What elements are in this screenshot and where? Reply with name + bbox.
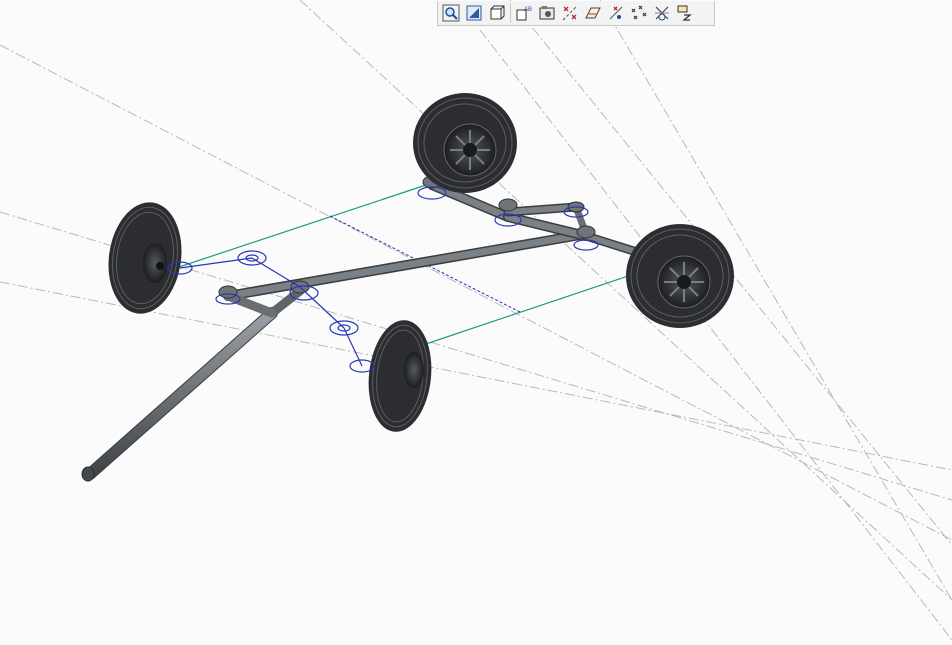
saved-views-button[interactable]: [536, 2, 558, 24]
toolbar-separator: [510, 3, 511, 23]
front-right-wheel[interactable]: [626, 224, 734, 328]
zoom-area-icon: [466, 5, 482, 21]
view-orientation-button[interactable]: [486, 2, 508, 24]
rear-left-wheel[interactable]: [102, 198, 189, 319]
spin-center-display-button[interactable]: [651, 2, 673, 24]
coordinate-system-display-icon: [631, 5, 647, 20]
spin-center-display-icon: [655, 6, 669, 21]
datum-plane-display-icon: [585, 7, 601, 19]
zoom-to-fit-icon: [442, 4, 460, 22]
graphics-toolbar: AB: [437, 1, 715, 26]
datum-axis-display-icon: [562, 5, 578, 21]
datum-plane-display-button[interactable]: [582, 2, 604, 24]
annotation-glyph: AB: [524, 7, 532, 13]
datum-axis-display-button[interactable]: [559, 2, 581, 24]
graphics-viewport[interactable]: [0, 0, 952, 641]
coordinate-system-display-button[interactable]: [628, 2, 650, 24]
zoom-area-button[interactable]: [463, 2, 485, 24]
datum-point-display-icon: [609, 6, 623, 20]
annotation-toggle-button[interactable]: [674, 2, 696, 24]
view-orientation-icon: [490, 5, 505, 20]
annotation-toggle-icon: [677, 5, 692, 21]
saved-views-icon: [539, 6, 555, 20]
pivot-joints[interactable]: [218, 175, 596, 299]
zoom-to-fit-button[interactable]: [440, 2, 462, 24]
rear-right-wheel[interactable]: [413, 93, 517, 193]
annotation-display-icon: AB: [516, 7, 532, 21]
annotation-display-button[interactable]: AB: [513, 2, 535, 24]
front-left-wheel[interactable]: [363, 317, 436, 435]
datum-point-display-button[interactable]: [605, 2, 627, 24]
